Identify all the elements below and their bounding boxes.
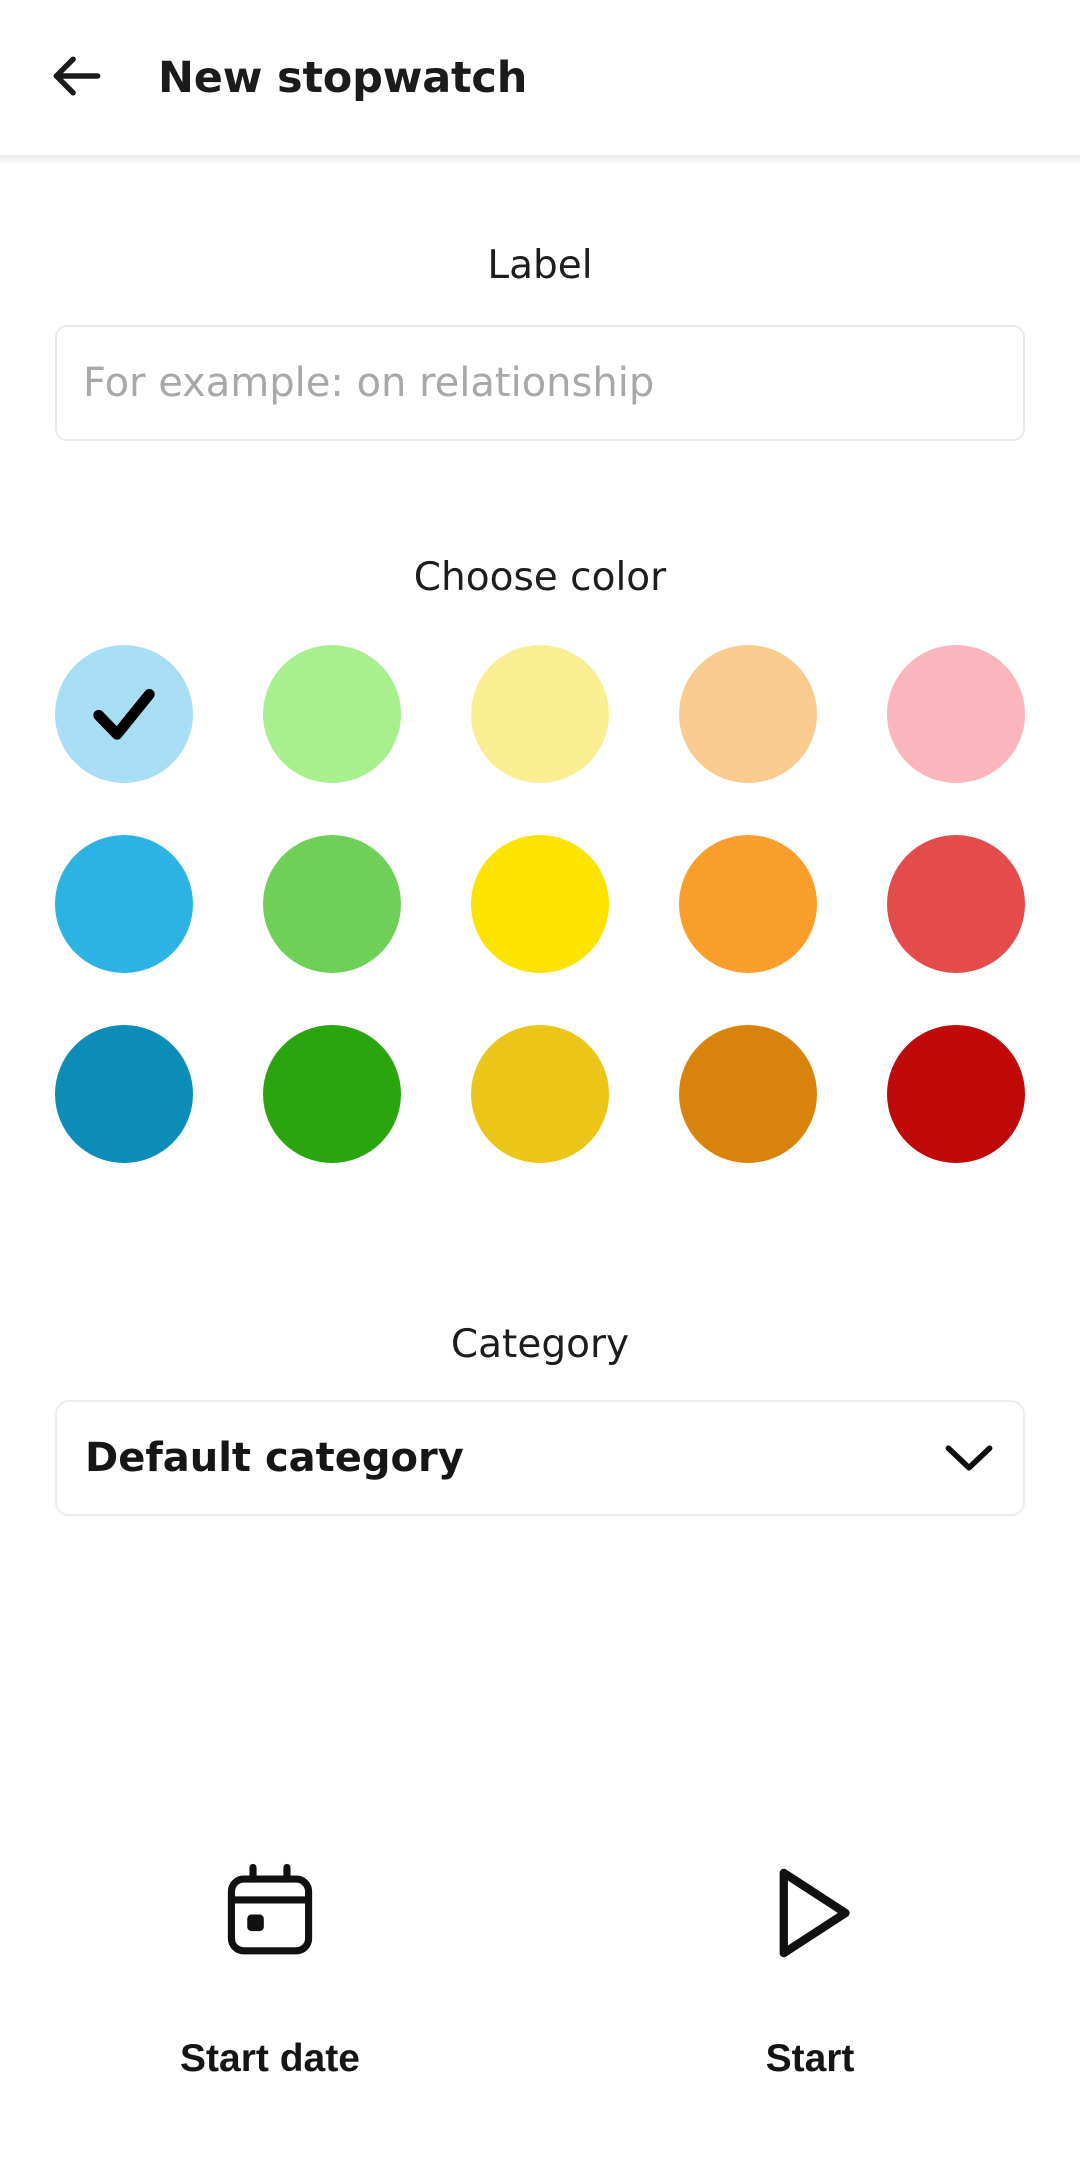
color-swatch-dark-green[interactable] xyxy=(263,1025,401,1163)
color-swatch-red[interactable] xyxy=(887,835,1025,973)
calendar-icon xyxy=(216,1840,324,1985)
color-section-heading: Choose color xyxy=(413,555,667,600)
label-field[interactable] xyxy=(55,325,1025,441)
category-section-heading: Category xyxy=(450,1322,630,1367)
color-swatch-light-green[interactable] xyxy=(263,645,401,783)
color-swatch-blue[interactable] xyxy=(55,835,193,973)
color-swatch-row xyxy=(55,1025,1025,1163)
color-swatch-dark-red[interactable] xyxy=(887,1025,1025,1163)
start-date-button[interactable]: Start date xyxy=(0,1840,540,2120)
color-swatch-grid xyxy=(55,645,1025,1163)
page-title: New stopwatch xyxy=(158,52,528,103)
color-swatch-dark-blue[interactable] xyxy=(55,1025,193,1163)
start-label: Start xyxy=(765,2037,855,2080)
color-swatch-light-pink[interactable] xyxy=(887,645,1025,783)
start-button[interactable]: Start xyxy=(540,1840,1080,2120)
category-dropdown[interactable]: Default category xyxy=(55,1400,1025,1516)
play-icon xyxy=(756,1840,864,1985)
app-bar-divider xyxy=(0,155,1080,165)
arrow-left-icon xyxy=(46,45,108,110)
color-swatch-dark-orange[interactable] xyxy=(679,1025,817,1163)
color-swatch-row xyxy=(55,835,1025,973)
color-swatch-row xyxy=(55,645,1025,783)
back-button[interactable] xyxy=(22,23,132,133)
color-swatch-orange[interactable] xyxy=(679,835,817,973)
bottom-action-bar: Start date Start xyxy=(0,1840,1080,2120)
label-input[interactable] xyxy=(57,327,1023,439)
color-swatch-green[interactable] xyxy=(263,835,401,973)
label-section-heading: Label xyxy=(487,243,593,288)
chevron-down-icon xyxy=(943,1441,995,1475)
color-swatch-yellow[interactable] xyxy=(471,835,609,973)
color-swatch-light-orange[interactable] xyxy=(679,645,817,783)
color-swatch-dark-yellow[interactable] xyxy=(471,1025,609,1163)
color-swatch-light-yellow[interactable] xyxy=(471,645,609,783)
category-selected-value: Default category xyxy=(85,1435,464,1481)
app-bar: New stopwatch xyxy=(0,0,1080,155)
start-date-label: Start date xyxy=(180,2037,360,2080)
color-swatch-light-blue[interactable] xyxy=(55,645,193,783)
